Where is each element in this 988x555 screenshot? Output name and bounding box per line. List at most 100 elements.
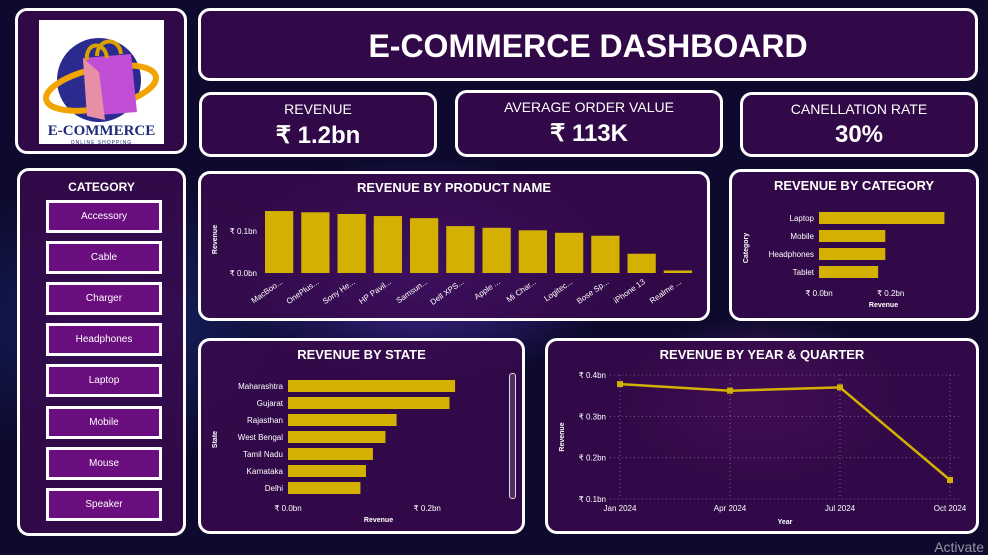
chart-state-title: REVENUE BY STATE xyxy=(297,347,426,362)
chart-category-plot: Laptop Mobile Headphones Tablet ₹ 0.0bn ₹ 0.2… xyxy=(743,212,945,309)
x-tick-label: ₹ 0.2bn xyxy=(414,504,441,513)
category-button-cable[interactable]: Cable xyxy=(46,241,162,274)
y-tick-label: ₹ 0.1bn xyxy=(579,495,606,504)
y-axis-label: State xyxy=(212,431,219,448)
bar xyxy=(518,230,548,273)
bar xyxy=(288,482,361,494)
x-tick-label: Realme ... xyxy=(648,277,683,305)
x-tick-label: Sony He... xyxy=(321,277,357,306)
y-tick-label: ₹ 0.0bn xyxy=(230,269,257,278)
kpi-cancellation: CANELLATION RATE 30% xyxy=(740,92,978,157)
x-axis-label: Revenue xyxy=(364,517,393,524)
category-slicer-title: CATEGORY xyxy=(68,180,135,194)
chart-product-title: REVENUE BY PRODUCT NAME xyxy=(356,180,552,195)
x-tick-label: ₹ 0.2bn xyxy=(877,289,904,298)
y-tick-label: ₹ 0.1bn xyxy=(230,227,257,236)
kpi-cancellation-label: CANELLATION RATE xyxy=(790,101,928,117)
chart-state-plot: Maharashtra Gujarat Rajasthan West Bengal Ta… xyxy=(212,380,456,524)
y-tick-label: ₹ 0.3bn xyxy=(579,412,606,421)
x-tick-label: Oct 2024 xyxy=(934,504,967,513)
bar xyxy=(301,212,330,273)
page-title: E-COMMERCE DASHBOARD xyxy=(368,28,808,64)
x-tick-label: OnePlus... xyxy=(285,277,321,306)
category-slicer: CATEGORY Accessory Cable Charger Headpho… xyxy=(17,168,186,536)
x-tick-label: Jan 2024 xyxy=(604,504,637,513)
x-tick-label: Logitec... xyxy=(543,277,575,303)
chart-quarter-plot: ₹ 0.1bn ₹ 0.2bn ₹ 0.3bn ₹ 0.4bn Jan 2024 Apr … xyxy=(559,371,967,526)
y-tick-label: Mobile xyxy=(790,232,814,241)
kpi-aov-label: AVERAGE ORDER VALUE xyxy=(504,99,674,115)
bar xyxy=(663,270,693,273)
bar xyxy=(591,235,620,273)
y-tick-label: Rajasthan xyxy=(247,416,283,425)
y-tick-label: West Bengal xyxy=(238,433,283,442)
category-button-laptop[interactable]: Laptop xyxy=(46,364,162,397)
category-button-headphones[interactable]: Headphones xyxy=(46,323,162,356)
x-tick-label: Mi Char... xyxy=(505,277,538,304)
x-axis-label: Year xyxy=(778,519,793,526)
bar xyxy=(819,248,886,260)
category-button-charger[interactable]: Charger xyxy=(46,282,162,315)
x-tick-label: iPhone 13 xyxy=(612,277,647,305)
y-tick-label: Laptop xyxy=(790,214,815,223)
bar xyxy=(288,414,397,426)
bar xyxy=(288,380,456,392)
x-tick-label: Samsun... xyxy=(395,277,430,305)
kpi-revenue-label: REVENUE xyxy=(284,101,352,117)
bar xyxy=(819,266,879,278)
logo-panel: E-COMMERCE ONLINE SHOPPING xyxy=(15,8,187,154)
category-button-mouse[interactable]: Mouse xyxy=(46,447,162,480)
y-tick-label: Delhi xyxy=(265,484,283,493)
y-axis-label: Category xyxy=(743,233,750,263)
x-tick-label: Apple ... xyxy=(473,277,502,301)
bar xyxy=(627,253,656,273)
bar xyxy=(554,232,584,273)
data-point xyxy=(837,384,843,391)
bar xyxy=(264,211,294,273)
bar xyxy=(482,227,511,273)
category-button-mobile[interactable]: Mobile xyxy=(46,406,162,439)
y-tick-label: Tablet xyxy=(793,268,815,277)
x-tick-label: HP Pavil... xyxy=(357,277,393,306)
category-button-accessory[interactable]: Accessory xyxy=(46,200,162,233)
x-axis-label: Revenue xyxy=(869,302,898,309)
x-tick-label: ₹ 0.0bn xyxy=(805,289,832,298)
data-point xyxy=(727,387,733,394)
bar xyxy=(446,226,475,273)
bar xyxy=(337,213,366,273)
bar xyxy=(288,465,366,477)
y-tick-label: ₹ 0.4bn xyxy=(579,371,606,380)
bar xyxy=(819,212,945,224)
x-tick-label: Dell XPS... xyxy=(429,277,466,307)
y-tick-label: Tamil Nadu xyxy=(243,450,283,459)
kpi-aov: AVERAGE ORDER VALUE ₹ 113K xyxy=(455,90,723,157)
data-point xyxy=(617,381,623,388)
x-tick-label: MacBoo... xyxy=(250,277,285,305)
kpi-aov-value: ₹ 113K xyxy=(550,120,628,147)
series-line xyxy=(619,382,951,481)
chart-revenue-by-quarter: REVENUE BY YEAR & QUARTER ₹ 0.1bn ₹ 0.2bn… xyxy=(545,338,979,534)
chart-quarter-title: REVENUE BY YEAR & QUARTER xyxy=(659,347,865,362)
data-point xyxy=(947,476,953,483)
bar xyxy=(288,448,373,460)
logo-brand: E-COMMERCE xyxy=(47,123,156,139)
bar xyxy=(288,431,386,443)
kpi-revenue: REVENUE ₹ 1.2bn xyxy=(199,92,437,157)
chart-revenue-by-state: REVENUE BY STATE Maharashtra Gujarat Rajas… xyxy=(198,338,525,534)
bar xyxy=(819,230,886,242)
kpi-revenue-value: ₹ 1.2bn xyxy=(275,122,361,149)
header-panel: E-COMMERCE DASHBOARD xyxy=(198,8,978,81)
x-tick-label: Apr 2024 xyxy=(714,504,747,513)
category-button-speaker[interactable]: Speaker xyxy=(46,488,162,521)
x-tick-label: Jul 2024 xyxy=(825,504,856,513)
logo: E-COMMERCE ONLINE SHOPPING xyxy=(39,20,164,146)
x-tick-label: Bose Sp... xyxy=(575,277,610,306)
y-tick-label: Headphones xyxy=(769,250,814,259)
y-tick-label: Gujarat xyxy=(257,399,284,408)
chart-revenue-by-category: REVENUE BY CATEGORY Laptop Mobile Headphon… xyxy=(729,169,979,321)
y-tick-label: Karnataka xyxy=(247,467,284,476)
chart-category-title: REVENUE BY CATEGORY xyxy=(773,178,935,193)
bar xyxy=(409,218,439,273)
y-axis-label: Revenue xyxy=(212,225,219,254)
state-scrollbar[interactable] xyxy=(509,373,516,499)
